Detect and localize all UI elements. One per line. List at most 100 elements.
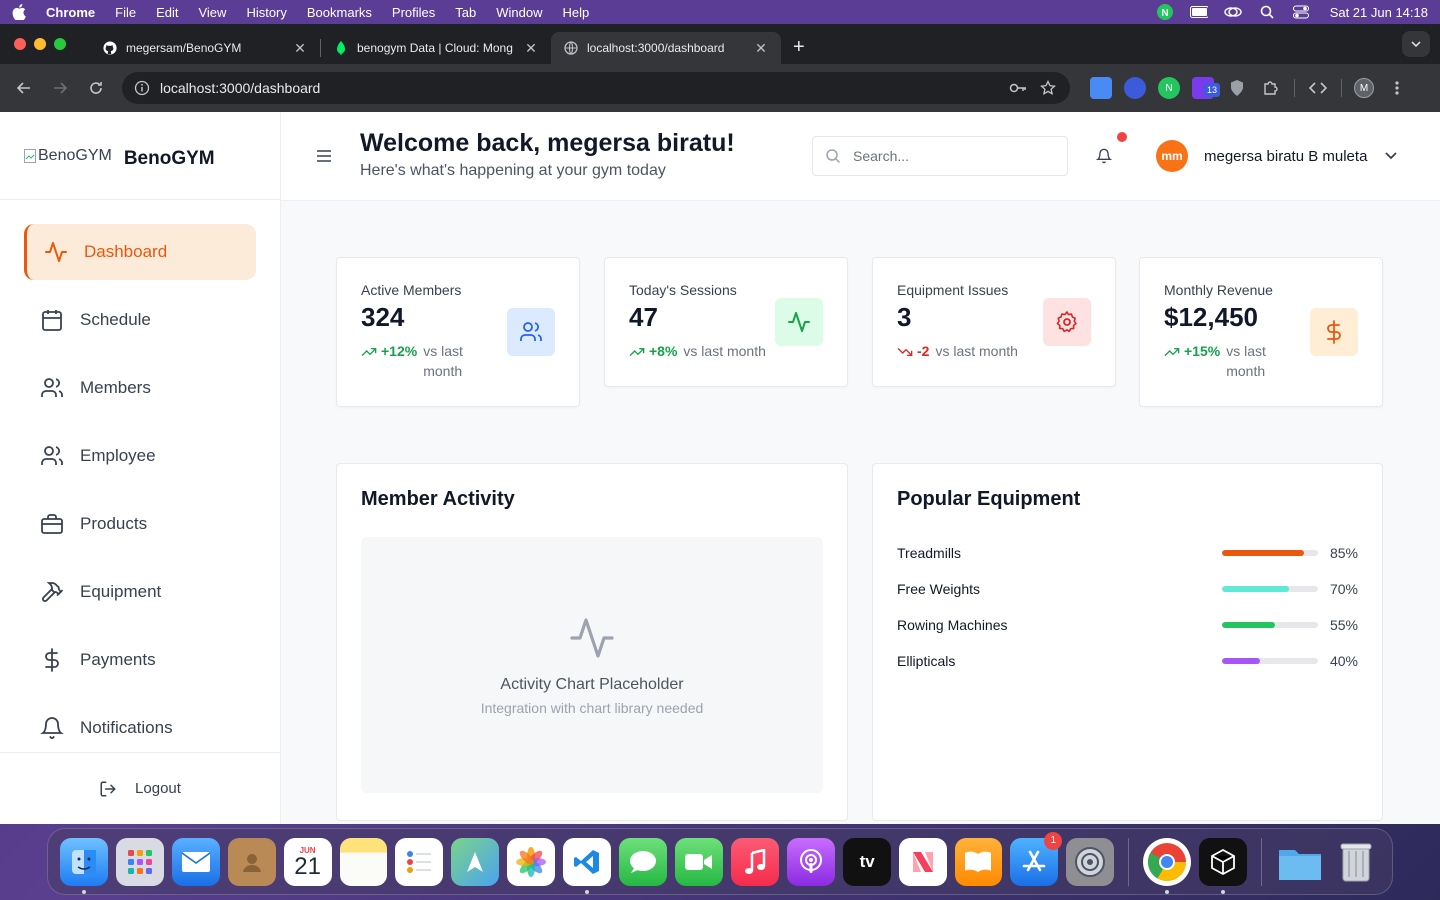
sidebar-item-employee[interactable]: Employee (24, 428, 256, 484)
menu-app-name[interactable]: Chrome (46, 5, 95, 20)
menu-tab[interactable]: Tab (455, 5, 476, 20)
logout-button[interactable]: Logout (0, 752, 280, 824)
menu-history[interactable]: History (246, 5, 286, 20)
apple-tv-dock-icon[interactable]: tv (842, 837, 891, 886)
sidebar-item-label: Schedule (80, 310, 151, 329)
address-bar[interactable]: localhost:3000/dashboard (122, 72, 1070, 104)
dollar-icon (1310, 308, 1358, 356)
menu-edit[interactable]: Edit (156, 5, 178, 20)
menu-help[interactable]: Help (563, 5, 590, 20)
downloads-folder-dock-icon[interactable] (1276, 838, 1324, 886)
sidebar-item-dashboard[interactable]: Dashboard (24, 224, 256, 280)
bookmark-star-icon[interactable] (1038, 78, 1058, 98)
browser-tab-github[interactable]: megersam/BenoGYM ✕ (90, 32, 320, 64)
running-indicator (82, 889, 86, 894)
progress-bar (1222, 658, 1318, 664)
puzzle-extensions-icon[interactable] (1260, 77, 1282, 99)
devtools-code-icon[interactable] (1307, 77, 1329, 99)
books-dock-icon[interactable] (954, 837, 1003, 886)
sidebar-item-equipment[interactable]: Equipment (24, 564, 256, 620)
browser-tab-dashboard[interactable]: localhost:3000/dashboard ✕ (551, 32, 781, 64)
control-center-icon[interactable] (1292, 4, 1310, 20)
tv-label: tv (859, 851, 875, 871)
spotlight-search-icon[interactable] (1258, 4, 1276, 20)
n-app-status-icon[interactable]: N (1156, 4, 1174, 20)
search-input[interactable] (853, 148, 1043, 164)
reminders-dock-icon[interactable] (395, 837, 444, 886)
menu-file[interactable]: File (115, 5, 136, 20)
brand[interactable]: BenoGYM BenoGYM (0, 112, 280, 200)
calendar-dock-icon[interactable]: JUN 21 (283, 837, 332, 886)
vscode-dock-icon[interactable] (563, 837, 612, 894)
facetime-dock-icon[interactable] (674, 837, 723, 886)
list-item: Treadmills 85% (897, 535, 1358, 571)
user-menu[interactable]: mm megersa biratu B muleta (1156, 140, 1399, 172)
menu-toggle-icon[interactable] (315, 148, 333, 164)
calendar-icon (40, 308, 64, 332)
tab-search-button[interactable] (1402, 31, 1430, 57)
member-activity-panel: Member Activity Activity Chart Placehold… (336, 463, 848, 821)
close-tab-icon[interactable]: ✕ (523, 40, 539, 56)
extension-badge: 13 (1204, 83, 1220, 97)
app-store-dock-icon[interactable]: 1 (1010, 831, 1063, 886)
finder-dock-icon[interactable] (60, 837, 108, 894)
chrome-dock-icon[interactable] (1143, 837, 1192, 894)
menu-profiles[interactable]: Profiles (392, 5, 435, 20)
sidebar-item-label: Payments (80, 650, 156, 669)
menu-bookmarks[interactable]: Bookmarks (307, 5, 372, 20)
cube-app-dock-icon[interactable] (1199, 837, 1248, 894)
music-dock-icon[interactable] (730, 837, 779, 886)
contacts-dock-icon[interactable] (227, 837, 276, 886)
password-key-icon[interactable] (1008, 78, 1028, 98)
system-settings-dock-icon[interactable] (1066, 837, 1115, 886)
n-extension-icon[interactable]: N (1158, 77, 1180, 99)
minimize-window-button[interactable] (34, 38, 46, 50)
browser-tab-mongodb[interactable]: benogym Data | Cloud: Mong ✕ (321, 32, 551, 64)
screen-mirroring-icon[interactable] (1223, 4, 1242, 20)
macos-dock: JUN 21 tv 1 (47, 828, 1393, 895)
sidebar-item-payments[interactable]: Payments (24, 632, 256, 688)
podcasts-dock-icon[interactable] (786, 837, 835, 886)
menu-view[interactable]: View (198, 5, 226, 20)
news-dock-icon[interactable] (898, 837, 947, 886)
equipment-percent: 55% (1329, 617, 1358, 633)
close-tab-icon[interactable]: ✕ (292, 40, 308, 56)
reload-button[interactable] (82, 74, 110, 102)
maximize-window-button[interactable] (54, 38, 66, 50)
photos-dock-icon[interactable] (507, 837, 556, 886)
messages-dock-icon[interactable] (619, 837, 667, 886)
new-tab-button[interactable]: + (793, 36, 805, 59)
profile-avatar[interactable]: M (1354, 78, 1374, 98)
notification-bell-icon[interactable] (1094, 146, 1114, 166)
apple-menu-icon[interactable] (12, 4, 28, 20)
window-controls (14, 38, 66, 50)
search-box[interactable] (812, 136, 1068, 176)
back-button[interactable] (10, 74, 38, 102)
docs-extension-icon[interactable] (1090, 77, 1112, 99)
battery-icon[interactable] (1189, 4, 1208, 20)
close-window-button[interactable] (14, 38, 26, 50)
sidebar-item-products[interactable]: Products (24, 496, 256, 552)
sidebar-item-label: Members (80, 378, 151, 397)
close-tab-icon[interactable]: ✕ (753, 40, 769, 56)
stat-suffix: vs last month (935, 343, 1018, 359)
hammer-icon (40, 580, 64, 604)
sidebar-item-members[interactable]: Members (24, 360, 256, 416)
mail-dock-icon[interactable] (171, 837, 220, 886)
chrome-menu-icon[interactable] (1386, 77, 1408, 99)
forward-button[interactable] (46, 74, 74, 102)
tagged-extension-icon[interactable]: 13 (1192, 77, 1220, 99)
shield-extension-icon[interactable] (1124, 77, 1146, 99)
site-info-icon[interactable] (134, 80, 150, 96)
brand-name: BenoGYM (123, 147, 215, 169)
sidebar-item-schedule[interactable]: Schedule (24, 292, 256, 348)
privacy-shield-icon[interactable] (1226, 77, 1248, 99)
menubar-clock[interactable]: Sat 21 Jun 14:18 (1330, 5, 1428, 20)
stat-label: Active Members (361, 282, 462, 298)
notes-dock-icon[interactable] (339, 837, 388, 886)
maps-dock-icon[interactable] (451, 837, 500, 886)
launchpad-dock-icon[interactable] (115, 837, 164, 886)
sidebar-item-notifications[interactable]: Notifications (24, 700, 256, 756)
trash-dock-icon[interactable] (1332, 838, 1380, 886)
menu-window[interactable]: Window (496, 5, 542, 20)
